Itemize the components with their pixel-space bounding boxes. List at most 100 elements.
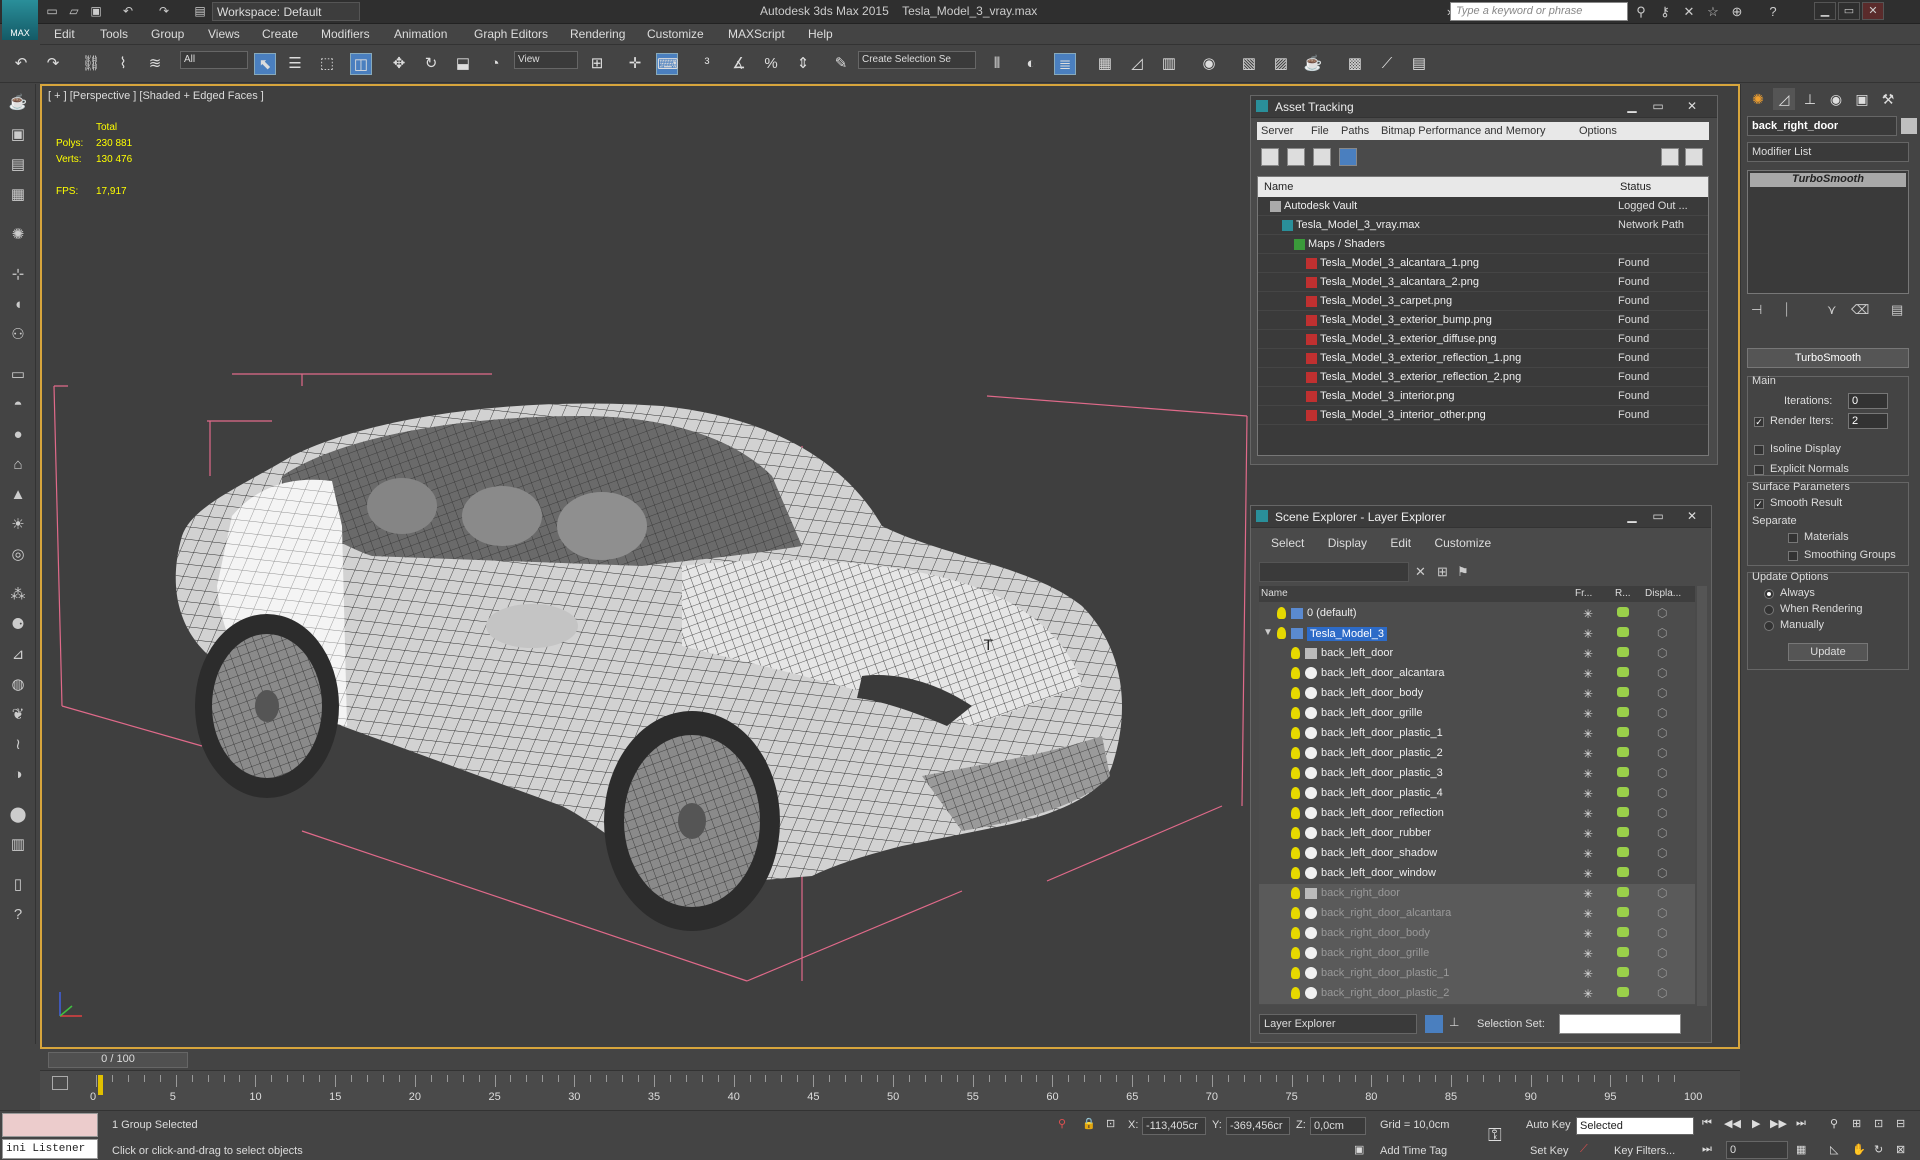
key-filters-button[interactable]: Key Filters... <box>1614 1145 1675 1157</box>
visibility-bulb-icon[interactable] <box>1291 667 1300 679</box>
minimize-button[interactable]: ▁ <box>1814 2 1836 20</box>
display-box-icon[interactable]: ⬡ <box>1657 866 1667 880</box>
zoom-icon[interactable]: ⚲ <box>1830 1117 1838 1130</box>
key-icon[interactable]: ⚷ <box>1656 3 1674 21</box>
display-box-icon[interactable]: ⬡ <box>1657 646 1667 660</box>
spinner-snap-icon[interactable]: ⇕ <box>792 53 814 75</box>
freeze-icon[interactable]: ✳ <box>1583 927 1593 941</box>
select-by-name-icon[interactable]: ☰ <box>284 53 306 75</box>
x-coordinate-field[interactable]: -113,405cr <box>1142 1117 1206 1135</box>
menu-views[interactable]: Views <box>208 27 240 41</box>
freeze-icon[interactable]: ✳ <box>1583 847 1593 861</box>
freeze-icon[interactable]: ✳ <box>1583 607 1593 621</box>
visibility-bulb-icon[interactable] <box>1291 907 1300 919</box>
help-icon[interactable]: ? <box>1764 3 1782 21</box>
scene-explorer-titlebar[interactable]: Scene Explorer - Layer Explorer ▁ ▭ ✕ <box>1251 506 1711 528</box>
update-button[interactable]: Update <box>1788 643 1868 661</box>
script-icon[interactable]: ▯ <box>7 874 29 896</box>
menu-rendering[interactable]: Rendering <box>570 27 625 41</box>
scene-search-input[interactable] <box>1259 562 1409 582</box>
list-view-icon[interactable] <box>1287 148 1305 166</box>
show-end-result-icon[interactable]: ⏐ <box>1783 302 1790 318</box>
scene-col-name[interactable]: Name <box>1261 588 1288 599</box>
pin-stack-icon[interactable]: ⊣ <box>1751 302 1762 318</box>
scene-close-button[interactable]: ✕ <box>1681 508 1703 524</box>
object-color-swatch[interactable] <box>1901 118 1917 134</box>
display-box-icon[interactable]: ⬡ <box>1657 626 1667 640</box>
select-manipulate-icon[interactable]: ✛ <box>624 53 646 75</box>
filter-icon[interactable]: ⊞ <box>1437 564 1448 580</box>
display-box-icon[interactable]: ⬡ <box>1657 906 1667 920</box>
visibility-bulb-icon[interactable] <box>1291 847 1300 859</box>
renderable-icon[interactable] <box>1617 827 1629 837</box>
search-input[interactable]: Type a keyword or phrase <box>1450 2 1628 21</box>
visibility-bulb-icon[interactable] <box>1291 927 1300 939</box>
refresh-icon[interactable] <box>1261 148 1279 166</box>
explicit-normals-checkbox[interactable] <box>1754 465 1764 475</box>
unlink-icon[interactable]: ⌇ <box>112 53 134 75</box>
visibility-bulb-icon[interactable] <box>1291 787 1300 799</box>
render-icon[interactable]: ☕ <box>1302 53 1324 75</box>
visibility-bulb-icon[interactable] <box>1291 767 1300 779</box>
angle-snap-icon[interactable]: ∡ <box>728 53 750 75</box>
asset-row[interactable]: Tesla_Model_3_exterior_diffuse.png Found <box>1258 330 1708 349</box>
placement-icon[interactable]: ◔ <box>484 53 506 75</box>
scale-icon[interactable]: ⬓ <box>452 53 474 75</box>
turbosmooth-rollout-header[interactable]: TurboSmooth <box>1747 348 1909 368</box>
visibility-bulb-icon[interactable] <box>1277 607 1286 619</box>
menu-customize[interactable]: Customize <box>647 27 704 41</box>
hierarchy-tab-icon[interactable]: ⊥ <box>1799 88 1821 110</box>
visibility-bulb-icon[interactable] <box>1291 987 1300 999</box>
material-editor-icon[interactable]: ◉ <box>1198 53 1220 75</box>
maxscript-listener[interactable]: ini Listener <box>2 1139 98 1159</box>
binoculars-icon[interactable]: ⚲ <box>1632 3 1650 21</box>
scene-menu-select[interactable]: Select <box>1271 536 1304 550</box>
modifier-stack-item[interactable]: TurboSmooth <box>1750 173 1906 187</box>
motion-tab-icon[interactable]: ◉ <box>1825 88 1847 110</box>
visibility-bulb-icon[interactable] <box>1291 827 1300 839</box>
camera-icon[interactable]: ⚇ <box>7 324 29 346</box>
display-box-icon[interactable]: ⬡ <box>1657 806 1667 820</box>
open-file-icon[interactable]: ▱ <box>66 3 82 19</box>
scene-states-icon[interactable]: ▤ <box>7 154 29 176</box>
move-icon[interactable]: ✥ <box>388 53 410 75</box>
window-crossing-icon[interactable]: ◫ <box>350 53 372 75</box>
scene-row[interactable]: back_right_door ✳ ⬡ <box>1259 884 1695 904</box>
freeze-icon[interactable]: ✳ <box>1583 627 1593 641</box>
scene-row[interactable]: back_left_door_plastic_2 ✳ ⬡ <box>1259 744 1695 764</box>
hair-icon[interactable]: ≀ <box>7 734 29 756</box>
maximize-button[interactable]: ▭ <box>1838 2 1860 20</box>
redo-icon[interactable]: ↷ <box>156 3 172 19</box>
scene-row[interactable]: back_left_door_alcantara ✳ ⬡ <box>1259 664 1695 684</box>
asset-row[interactable]: Autodesk Vault Logged Out ... <box>1258 197 1708 216</box>
scene-row[interactable]: back_left_door_plastic_1 ✳ ⬡ <box>1259 724 1695 744</box>
configure-sets-icon[interactable]: ▤ <box>1891 302 1903 318</box>
scene-row[interactable]: back_right_door_grille ✳ ⬡ <box>1259 944 1695 964</box>
display-box-icon[interactable]: ⬡ <box>1657 666 1667 680</box>
visibility-bulb-icon[interactable] <box>1277 627 1286 639</box>
scene-row[interactable]: back_left_door_body ✳ ⬡ <box>1259 684 1695 704</box>
go-to-start-icon[interactable]: ⏮ <box>1702 1117 1712 1130</box>
asset-maximize-button[interactable]: ▭ <box>1647 98 1669 114</box>
visibility-bulb-icon[interactable] <box>1291 647 1300 659</box>
dome-icon[interactable]: ◓ <box>7 394 29 416</box>
freeze-icon[interactable]: ✳ <box>1583 667 1593 681</box>
shell-icon[interactable]: ◑ <box>7 764 29 786</box>
freeze-icon[interactable]: ✳ <box>1583 647 1593 661</box>
freeze-icon[interactable]: ✳ <box>1583 787 1593 801</box>
visibility-bulb-icon[interactable] <box>1291 947 1300 959</box>
renderable-icon[interactable] <box>1617 727 1629 737</box>
display-box-icon[interactable]: ⬡ <box>1657 786 1667 800</box>
menu-graph-editors[interactable]: Graph Editors <box>474 27 548 41</box>
scene-row[interactable]: 0 (default) ✳ ⬡ <box>1259 604 1695 624</box>
snaps-toggle-icon[interactable]: ³ <box>696 53 718 75</box>
visibility-bulb-icon[interactable] <box>1291 967 1300 979</box>
menu-modifiers[interactable]: Modifiers <box>321 27 370 41</box>
menu-create[interactable]: Create <box>262 27 298 41</box>
display-box-icon[interactable]: ⬡ <box>1657 606 1667 620</box>
renderable-icon[interactable] <box>1617 627 1629 637</box>
key-mode-icon[interactable]: ⚿ <box>1488 1125 1502 1146</box>
modifier-list-dropdown[interactable]: Modifier List <box>1747 142 1909 162</box>
asset-close-button[interactable]: ✕ <box>1681 98 1703 114</box>
freeze-icon[interactable]: ✳ <box>1583 907 1593 921</box>
